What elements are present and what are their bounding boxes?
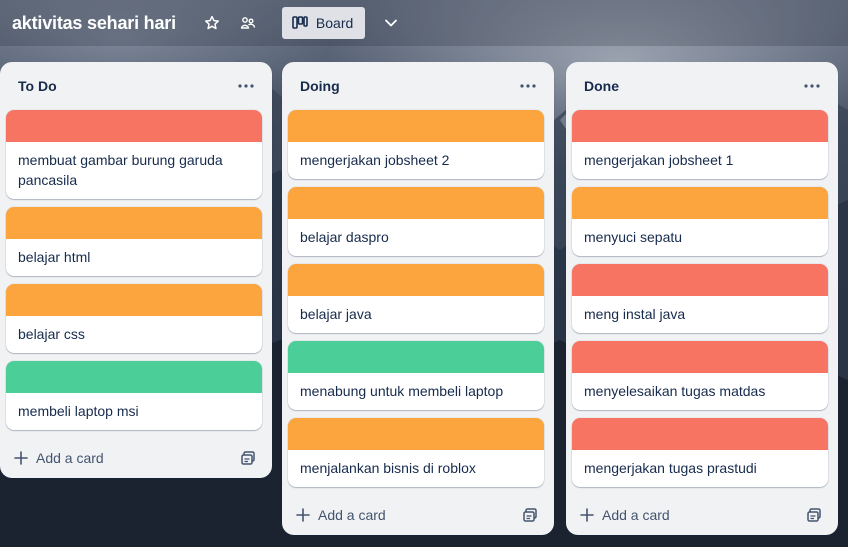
star-button[interactable] [196, 7, 228, 39]
card-cover [6, 284, 262, 316]
card-list: mengerjakan jobsheet 2 belajar daspro be… [282, 110, 554, 487]
card-cover [288, 187, 544, 219]
template-icon [241, 451, 255, 465]
list-footer: Add a card [0, 438, 272, 478]
card[interactable]: membeli laptop msi [6, 361, 262, 430]
card-cover [6, 361, 262, 393]
more-horizontal-icon [804, 84, 820, 88]
card[interactable]: mengerjakan jobsheet 1 [572, 110, 828, 179]
add-card-button[interactable]: Add a card [576, 503, 674, 527]
board-view-label: Board [315, 15, 354, 31]
plus-icon [14, 451, 28, 465]
card-cover [572, 341, 828, 373]
add-card-label: Add a card [602, 507, 670, 523]
card-cover [572, 187, 828, 219]
card[interactable]: belajar java [288, 264, 544, 333]
card[interactable]: mengerjakan tugas prastudi [572, 418, 828, 487]
card-title: menyuci sepatu [584, 229, 683, 245]
card[interactable]: belajar html [6, 207, 262, 276]
card[interactable]: menjalankan bisnis di roblox [288, 418, 544, 487]
list-header: Done [566, 62, 838, 110]
add-card-button[interactable]: Add a card [292, 503, 390, 527]
template-icon [807, 508, 821, 522]
card-cover [572, 418, 828, 450]
more-horizontal-icon [520, 84, 536, 88]
create-from-template-button[interactable] [234, 444, 262, 472]
star-icon [204, 15, 219, 30]
more-horizontal-icon [238, 84, 254, 88]
card-title: menabung untuk membeli laptop [300, 383, 504, 399]
card-list: mengerjakan jobsheet 1 menyuci sepatu me… [566, 110, 838, 487]
board-view-button[interactable]: Board [281, 7, 366, 39]
card-cover [6, 207, 262, 239]
card[interactable]: meng instal java [572, 264, 828, 333]
list-footer: Add a card [566, 495, 838, 535]
card[interactable]: mengerjakan jobsheet 2 [288, 110, 544, 179]
card-cover [572, 110, 828, 142]
card-title: belajar html [18, 249, 91, 265]
view-switcher-button[interactable] [375, 7, 407, 39]
card-title: belajar daspro [300, 229, 389, 245]
list-doing: Doing mengerjakan jobsheet 2 belajar das… [282, 62, 554, 535]
card-cover [288, 418, 544, 450]
card-cover [6, 110, 262, 142]
card-cover [288, 264, 544, 296]
workspace-visibility-icon [240, 17, 256, 29]
card[interactable]: menyelesaikan tugas matdas [572, 341, 828, 410]
create-from-template-button[interactable] [800, 501, 828, 529]
card-title: meng instal java [584, 306, 686, 322]
card-title: membuat gambar burung garuda pancasila [18, 152, 223, 188]
list-to-do: To Do membuat gambar burung garuda panca… [0, 62, 272, 478]
card-title: mengerjakan tugas prastudi [584, 460, 757, 476]
card[interactable]: menyuci sepatu [572, 187, 828, 256]
template-icon [523, 508, 537, 522]
workspace-visibility-button[interactable] [232, 7, 264, 39]
list-footer: Add a card [282, 495, 554, 535]
list-menu-button[interactable] [232, 72, 260, 100]
card[interactable]: belajar css [6, 284, 262, 353]
card-cover [288, 341, 544, 373]
card-title: menjalankan bisnis di roblox [300, 460, 476, 476]
plus-icon [580, 508, 594, 522]
card-title: menyelesaikan tugas matdas [584, 383, 766, 399]
card-title: mengerjakan jobsheet 1 [584, 152, 734, 168]
card-cover [288, 110, 544, 142]
add-card-label: Add a card [36, 450, 104, 466]
list-header: To Do [0, 62, 272, 110]
board-title[interactable]: aktivitas sehari hari [12, 13, 176, 34]
card-list: membuat gambar burung garuda pancasila b… [0, 110, 272, 430]
list-title[interactable]: To Do [18, 78, 57, 94]
card-title: mengerjakan jobsheet 2 [300, 152, 450, 168]
list-menu-button[interactable] [514, 72, 542, 100]
card-title: membeli laptop msi [18, 403, 139, 419]
board-view-icon [292, 16, 308, 30]
add-card-label: Add a card [318, 507, 386, 523]
card[interactable]: belajar daspro [288, 187, 544, 256]
card-title: belajar css [18, 326, 85, 342]
chevron-down-icon [385, 19, 398, 27]
list-title[interactable]: Done [584, 78, 619, 94]
card-title: belajar java [300, 306, 372, 322]
card[interactable]: membuat gambar burung garuda pancasila [6, 110, 262, 199]
plus-icon [296, 508, 310, 522]
board-header: aktivitas sehari hari Board [0, 0, 848, 46]
card-cover [572, 264, 828, 296]
list-done: Done mengerjakan jobsheet 1 menyuci sepa… [566, 62, 838, 535]
card[interactable]: menabung untuk membeli laptop [288, 341, 544, 410]
list-title[interactable]: Doing [300, 78, 340, 94]
create-from-template-button[interactable] [516, 501, 544, 529]
add-card-button[interactable]: Add a card [10, 446, 108, 470]
list-header: Doing [282, 62, 554, 110]
list-menu-button[interactable] [798, 72, 826, 100]
